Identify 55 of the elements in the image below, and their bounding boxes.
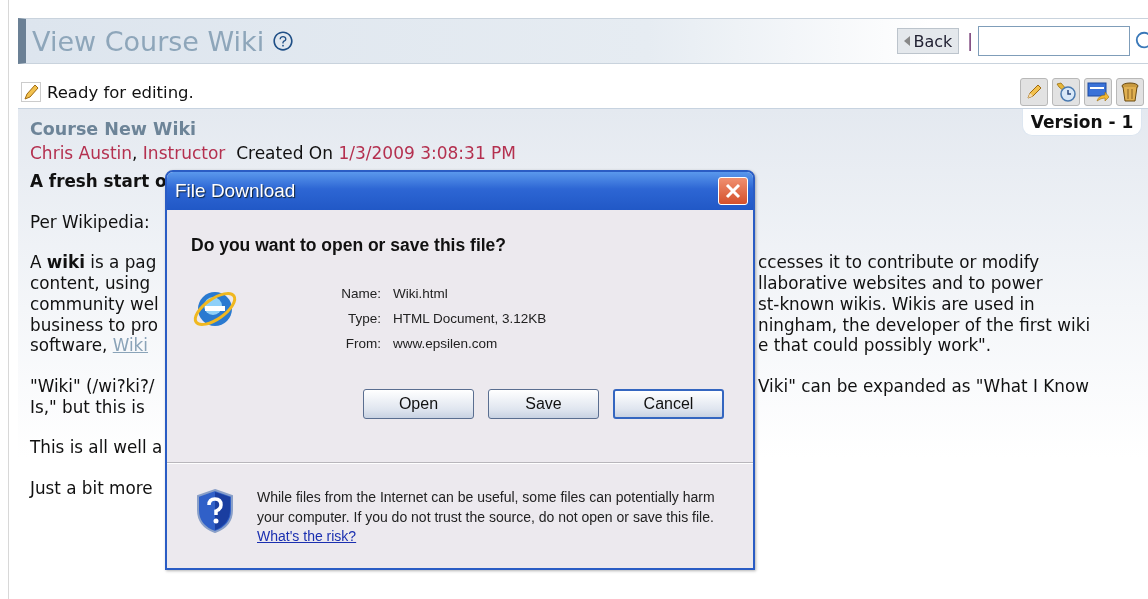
toolbar-button[interactable] — [1052, 78, 1080, 106]
toolbar-button[interactable] — [1116, 78, 1144, 106]
back-button[interactable]: Back — [897, 28, 960, 54]
text-line: ccesses it to contribute or modify — [758, 252, 1040, 274]
shield-icon — [195, 488, 235, 534]
dialog-title: File Download — [175, 180, 296, 202]
text-line: content, using — [30, 273, 152, 294]
text-line: business to pro — [30, 314, 160, 336]
pencil-icon — [1024, 82, 1044, 102]
toolbar-button[interactable] — [1084, 78, 1112, 106]
pencil-icon — [21, 82, 41, 102]
text-line: software, — [30, 335, 109, 356]
text-line: st-known wikis. Wikis are used in — [758, 293, 1035, 315]
dialog-button[interactable]: Open — [363, 389, 474, 419]
created-date: 1/3/2009 3:08:31 PM — [338, 143, 517, 163]
author-name: Chris Austin — [30, 143, 133, 163]
dialog-button[interactable]: Cancel — [613, 389, 724, 419]
document-arrow-icon — [1087, 81, 1109, 103]
caret-icon — [904, 36, 911, 46]
text-line: e that could possibly work". — [758, 335, 992, 356]
text-line: "Wiki" (/wi?ki?/ — [30, 375, 156, 397]
toolbar-button[interactable] — [1020, 78, 1048, 106]
text-line: community wel — [30, 293, 160, 315]
text-line: A wiki is a pag — [30, 252, 158, 274]
created-label: Created On — [235, 143, 334, 163]
dialog-question: Do you want to open or save this file? — [191, 235, 508, 256]
status-text: Ready for editing. — [47, 82, 194, 102]
field-value: www.epsilen.com — [393, 336, 499, 351]
close-button[interactable] — [718, 177, 748, 205]
risk-link[interactable]: What's the risk? — [257, 528, 357, 544]
text-line: Per Wikipedia: — [30, 211, 151, 233]
text-line: llaborative websites and to power — [758, 273, 1043, 294]
warning-text: While files from the Internet can be useful, some files can potentially harm your computer. If you do not trust the source, do not open or save this file. What's the risk? — [257, 488, 715, 546]
text-line: ningham, the developer of the first wiki — [758, 314, 1091, 336]
field-label: Type: — [346, 311, 381, 326]
field-label: Name: — [340, 286, 381, 301]
text-line: This is all well a — [30, 437, 164, 459]
text-line: Is," but this is — [30, 396, 146, 418]
wiki-title: Course New Wiki — [30, 119, 197, 139]
version-label: Version - 1 — [1022, 109, 1142, 136]
page-title: View Course Wiki — [31, 25, 265, 57]
text-line: Just a bit more — [30, 478, 154, 499]
close-icon — [725, 183, 741, 199]
comma: , — [132, 143, 139, 163]
search-field[interactable] — [978, 26, 1130, 56]
trash-can-icon — [1120, 81, 1140, 103]
wrench-clock-icon — [1055, 81, 1077, 103]
help-icon[interactable] — [272, 30, 295, 52]
field-value: HTML Document, 3.12KB — [393, 311, 547, 326]
field-value: Wiki.html — [393, 286, 449, 301]
dialog-button[interactable]: Save — [488, 389, 599, 419]
separator: | — [967, 31, 973, 51]
field-label: From: — [344, 336, 381, 351]
text-line: Viki" can be expanded as "What I Know — [758, 375, 1089, 397]
author-role: Instructor — [142, 143, 226, 163]
